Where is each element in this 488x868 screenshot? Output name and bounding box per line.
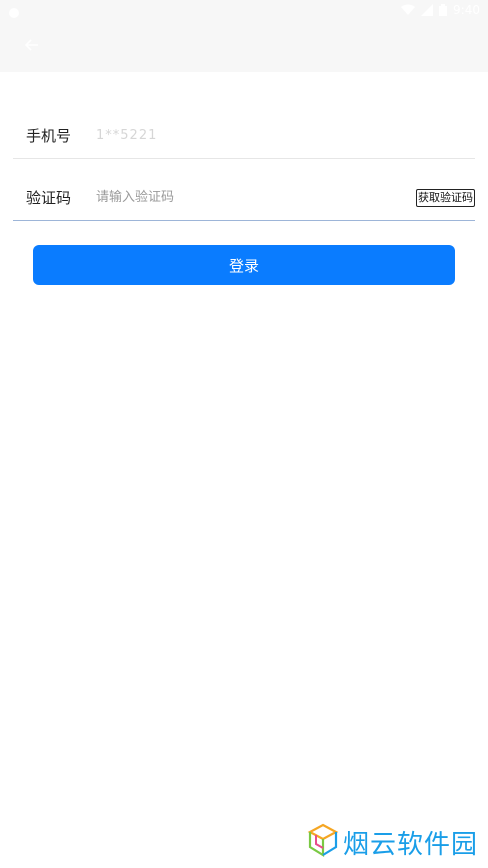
status-time: 9:40: [453, 3, 480, 17]
code-input[interactable]: [84, 182, 416, 213]
top-app-bar: 9:40: [0, 0, 488, 72]
code-label: 验证码: [26, 189, 72, 207]
battery-icon: [439, 1, 448, 20]
phone-input[interactable]: [84, 120, 475, 151]
login-button[interactable]: 登录: [33, 245, 455, 285]
watermark-text: 烟云软件园: [342, 829, 478, 860]
watermark: 烟云软件园: [307, 822, 478, 862]
phone-label: 手机号: [26, 127, 72, 145]
cube-logo-icon: [307, 823, 339, 861]
status-bar-right: 9:40: [401, 3, 480, 17]
code-row: 验证码 获取验证码: [13, 175, 475, 221]
phone-row: 手机号: [13, 113, 475, 159]
wifi-icon: [401, 1, 416, 20]
arrow-left-icon: [24, 37, 39, 56]
back-button[interactable]: [20, 34, 44, 58]
get-code-button[interactable]: 获取验证码: [416, 188, 475, 207]
notification-icon: [8, 4, 20, 18]
signal-icon: [421, 1, 434, 20]
